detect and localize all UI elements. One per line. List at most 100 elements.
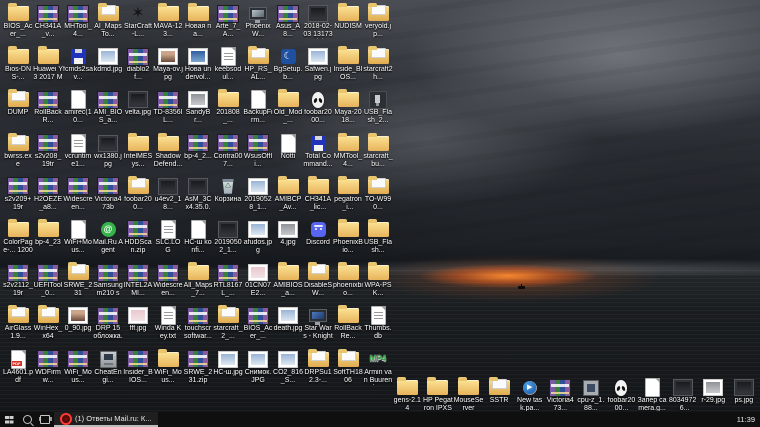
desktop-icon[interactable]: H2OEZE_a8... [33,176,63,219]
desktop-icon[interactable]: BackupFirm... [243,89,273,132]
desktop-icon[interactable]: Maya-ov.jpg [153,46,183,89]
desktop-icon[interactable]: starcraft_bu... [363,132,393,176]
desktop-icon[interactable]: MAVA-123... [153,3,183,46]
desktop-icon[interactable]: 0_90.jpg [63,305,93,348]
task-view-button[interactable] [36,412,54,427]
desktop-icon[interactable]: DisableSW... [303,262,333,305]
desktop-icon[interactable]: ColorPage-... 1200XE [3,218,33,262]
desktop-icon[interactable]: AsM_3C x4.35.0.0... [183,176,213,219]
desktop-icon[interactable]: IntelMESys... [123,132,153,176]
desktop-icon[interactable]: vcruntime1... [63,133,93,176]
desktop-icon[interactable]: Inside_BIOS... [333,46,363,89]
desktop-icon[interactable]: SandyBr... [183,89,213,132]
desktop-icon[interactable]: fcmds2sav... [63,46,93,89]
desktop-icon[interactable]: PhoenixBio... [333,218,363,262]
desktop-icon[interactable]: Asus_A8... [273,3,303,46]
desktop-icon[interactable]: gens-2.14 [392,377,423,411]
desktop-icon[interactable]: 20190528_1... [243,176,273,219]
desktop-icon[interactable]: SRWE_231 [63,262,93,305]
desktop-icon[interactable]: RTL8167L_... [213,262,243,305]
desktop-icon[interactable]: DRP 15 обложка.xм [93,305,123,348]
desktop-icon[interactable]: Корзина [213,176,243,219]
desktop-icon[interactable]: Huawei Y3 2017 Maya... [33,46,63,89]
desktop-icon[interactable]: DUMP [3,89,33,132]
desktop-icon[interactable]: PhoenixW... [243,3,273,46]
desktop-icon[interactable]: wx1380.jpg [93,133,123,176]
desktop-icon[interactable]: Thumbs.db [363,305,393,348]
desktop-icon[interactable]: StarCraft-L... [123,3,153,46]
desktop-icon[interactable]: TO-W990... [363,175,393,219]
desktop-icon[interactable]: AirGlass1.9... [3,305,33,348]
desktop-icon[interactable]: WsusOffli... [243,133,273,176]
desktop-icon[interactable]: AMI_BIOS_a... [93,89,123,132]
desktop-icon[interactable]: phoenixbio... [333,262,363,305]
desktop-icon[interactable]: touchscr softwar... [183,305,213,348]
desktop-icon[interactable]: CO2_816_S... [273,349,303,392]
taskbar-search-button[interactable] [18,412,36,427]
desktop-icon[interactable]: WiFi_Mous... [153,348,183,392]
desktop-icon[interactable]: SLC.LOG [153,219,183,262]
desktop-icon[interactable]: 20190502_1... [213,219,243,262]
desktop-icon[interactable]: Notti [273,133,303,176]
desktop-icon[interactable]: RollBackR... [33,89,63,132]
desktop-icon[interactable]: All_Maps_7... [183,262,213,305]
desktop-icon[interactable]: BIOS_Acer_... [243,305,273,348]
desktop-icon[interactable]: foobar2000... [303,89,333,132]
desktop-icon[interactable]: Widescreen... [153,262,183,305]
desktop-icon[interactable]: LA4601.pdf [3,349,33,392]
desktop-icon[interactable]: AI_MapsTo... [93,3,123,46]
desktop-icon[interactable]: Armin van Buuren fe... [363,349,393,392]
desktop-icon[interactable]: 8034972_6... [667,377,698,411]
desktop-icon[interactable]: UEFITool_0... [33,262,63,305]
desktop-icon[interactable]: INTEL2AMI... [123,262,153,305]
desktop-icon[interactable]: HC-ш.jpg [213,349,243,392]
desktop-icon[interactable]: Mail.Ru Agent [93,219,123,262]
desktop-icon[interactable]: Нова undervol... [183,46,213,89]
desktop-icon[interactable]: death.jpg [273,305,303,348]
desktop-icon[interactable]: Arte_7_A... [213,3,243,46]
desktop-icon[interactable]: pegatron_i... [333,175,363,219]
desktop-icon[interactable]: USB_Flash... [363,218,393,262]
desktop-icon[interactable]: Maya-2018... [333,89,363,132]
desktop-icon[interactable]: Снимок.JPG [243,349,273,392]
desktop-icon[interactable]: foobar200... [123,175,153,219]
desktop-icon[interactable]: 2018-02-03 131736(2) [303,3,333,46]
desktop-icon[interactable]: starcraft_2_... [213,305,243,348]
desktop-icon[interactable]: BgSetup.b... [273,46,303,89]
desktop-icon[interactable]: MHTool_4... [63,3,93,46]
desktop-icon[interactable]: CH341A_v... [33,3,63,46]
desktop-icon[interactable]: Winda Key.txt [153,305,183,348]
desktop-icon[interactable]: Shadow Defend... [153,132,183,176]
desktop-icon[interactable]: diablo2 f... [123,46,153,89]
desktop-icon[interactable]: SRWE_231.zip [183,349,213,392]
desktop-icon[interactable]: Victoria473b [93,176,123,219]
desktop-icon[interactable]: NUDISM [333,3,363,46]
desktop-icon[interactable]: 201808_... [213,89,243,132]
desktop-icon[interactable]: New task.pa... [514,377,545,411]
desktop-icon[interactable]: SSTR [484,377,515,411]
desktop-icon[interactable]: Star Wars - Knights ... [303,305,333,348]
desktop-icon[interactable]: HC-ш konfi... [183,219,213,262]
desktop-icon[interactable]: BIOS_Acer_... [3,3,33,46]
desktop-icon[interactable]: 4.jpg [273,219,303,262]
desktop-icon[interactable]: AMIBIOS_a... [273,262,303,305]
desktop-icon[interactable]: HDDScan.zip [123,219,153,262]
desktop-icon[interactable]: MouseServer [453,377,484,411]
desktop-icon[interactable]: HP_RS_AL... [243,46,273,89]
desktop-icon[interactable]: s2v2112_19r [3,262,33,305]
desktop-icon[interactable]: Insider_BIOS... [123,349,153,392]
desktop-icon[interactable]: bp-4_2... [183,133,213,176]
desktop-icon[interactable]: Samsung m210 se... [93,262,123,305]
desktop-icon[interactable]: USB_Flash_2... [363,89,393,132]
desktop-icon[interactable]: Bios-DNS-... [3,46,33,89]
desktop-icon[interactable]: bp-4_23 [33,218,63,262]
desktop-icon[interactable]: Widescreen... [63,176,93,219]
desktop-icon[interactable]: bwrss.exe [3,132,33,176]
desktop-icon[interactable]: velta.jpg [123,89,153,132]
desktop-icon[interactable]: afudos.jpg [243,219,273,262]
desktop-icon[interactable]: Victoria473... [545,377,576,411]
start-button[interactable] [0,412,18,427]
desktop-icon[interactable]: Запер camera.g... [637,377,668,411]
desktop-icon[interactable]: WiFi_Mous... [63,349,93,392]
desktop-icon[interactable]: TD-8356IL... [153,89,183,132]
